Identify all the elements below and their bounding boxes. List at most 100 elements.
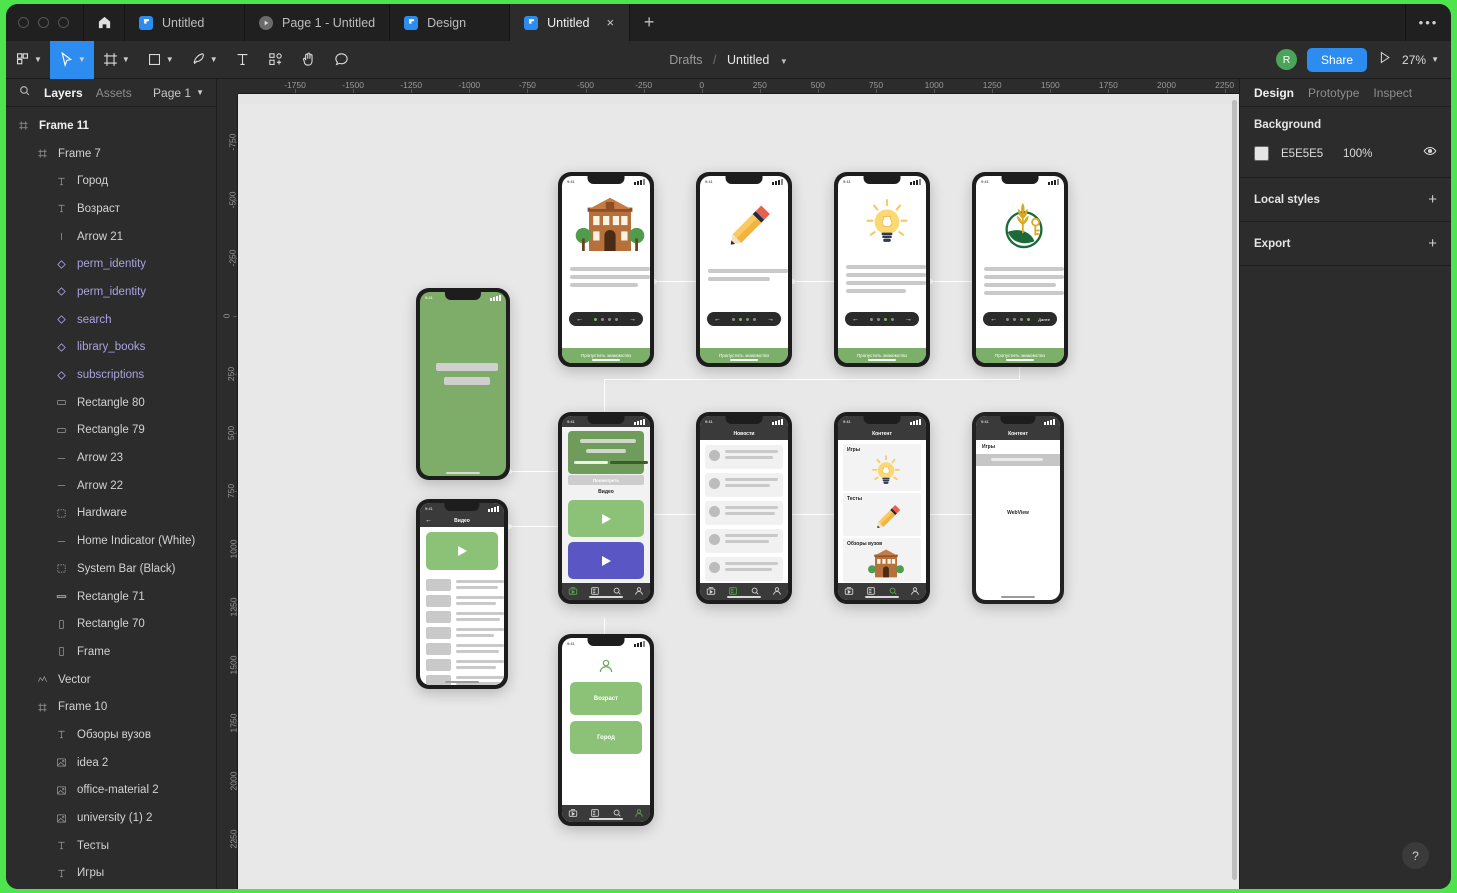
skip-onboarding-button[interactable]: Пропустить знакомство	[838, 348, 926, 363]
eye-icon[interactable]	[1423, 144, 1437, 163]
screen-content-webview[interactable]: 9:41 Контент Игры WebView	[972, 412, 1064, 604]
screen-news-list[interactable]: 9:41 Новости	[696, 412, 792, 604]
layer-item[interactable]: Home Indicator (White)	[6, 527, 216, 555]
layer-item[interactable]: idea 2	[6, 749, 216, 777]
bottom-nav-bar[interactable]	[562, 583, 650, 600]
close-window-button[interactable]	[18, 17, 29, 28]
layer-item[interactable]: Rectangle 71	[6, 583, 216, 611]
text-icon[interactable]	[226, 41, 259, 79]
bottom-nav-bar[interactable]	[700, 583, 788, 600]
video-card-purple[interactable]	[568, 542, 644, 579]
back-arrow-icon[interactable]: ←	[425, 517, 432, 524]
layer-item[interactable]: Обзоры вузов	[6, 721, 216, 749]
tab-layers[interactable]: Layers	[44, 86, 83, 100]
shape-rectangle-icon[interactable]: ▼	[138, 41, 182, 79]
profile-age-button[interactable]: Возраст	[570, 682, 642, 715]
watch-button[interactable]: Посмотреть	[568, 475, 644, 485]
layer-item[interactable]: perm_identity	[6, 250, 216, 278]
promo-card[interactable]	[568, 431, 648, 474]
nav-subscriptions-icon[interactable]	[706, 583, 716, 601]
browser-overflow-menu-icon[interactable]: •••	[1405, 4, 1451, 41]
pen-icon[interactable]: ▼	[182, 41, 226, 79]
screen-onboard-university[interactable]: 9:41 ← → Пропустить знакомство	[558, 172, 654, 367]
add-local-style-button[interactable]: +	[1428, 192, 1437, 207]
layer-item[interactable]: Rectangle 80	[6, 389, 216, 417]
move-cursor-icon[interactable]: ▼	[49, 40, 94, 79]
layer-item[interactable]: university (1) 2	[6, 804, 216, 832]
layer-item[interactable]: library_books	[6, 334, 216, 362]
layer-item[interactable]: Frame 10	[6, 693, 216, 721]
profile-city-button[interactable]: Город	[570, 721, 642, 754]
next-arrow-icon[interactable]: →	[629, 316, 636, 323]
screen-content-categories[interactable]: 9:41 Контент Игры Тесты Обзоры вузов	[834, 412, 930, 604]
canvas-vertical-scrollbar[interactable]	[1232, 100, 1237, 880]
zoom-level-selector[interactable]: 27% ▼	[1402, 53, 1439, 67]
bottom-nav-bar[interactable]	[562, 805, 650, 822]
main-menu-icon[interactable]: ▼	[6, 41, 50, 79]
screen-home-feed[interactable]: 9:41 Посмотреть Видео	[558, 412, 654, 604]
close-tab-icon[interactable]: ×	[607, 16, 615, 29]
nav-profile-icon[interactable]	[634, 583, 644, 601]
onboarding-pager[interactable]: ← Далее	[983, 312, 1057, 326]
webview-body[interactable]: Игры WebView	[976, 440, 1060, 600]
nav-subscriptions-icon[interactable]	[568, 805, 578, 823]
categories-body[interactable]: Игры Тесты Обзоры вузов	[838, 440, 926, 583]
nav-subscriptions-icon[interactable]	[568, 583, 578, 601]
frame-icon[interactable]: ▼	[94, 41, 138, 79]
layers-list[interactable]: Frame 11 Frame 7 Город Возраст Arrow 21 perm_…	[6, 107, 216, 889]
screen-profile[interactable]: 9:41 Возраст Город	[558, 634, 654, 826]
webview-address-bar[interactable]	[976, 454, 1060, 466]
screen-video-detail[interactable]: 9:41 ← Видео	[416, 499, 508, 689]
prev-arrow-icon[interactable]: ←	[990, 316, 997, 323]
onboarding-pager[interactable]: ← →	[707, 312, 781, 326]
layer-item[interactable]: Arrow 22	[6, 472, 216, 500]
layer-item[interactable]: Hardware	[6, 500, 216, 528]
background-opacity-value[interactable]: 100%	[1343, 148, 1372, 160]
layer-item[interactable]: search	[6, 306, 216, 334]
chevron-down-icon[interactable]: ▼	[780, 57, 788, 66]
hand-icon[interactable]	[292, 41, 325, 79]
next-arrow-icon[interactable]: →	[905, 316, 912, 323]
breadcrumb-root[interactable]: Drafts	[669, 53, 702, 67]
layer-item[interactable]: perm_identity	[6, 278, 216, 306]
onboarding-pager[interactable]: ← →	[569, 312, 643, 326]
layer-item[interactable]: Игры	[6, 860, 216, 888]
layer-item[interactable]: System Bar (Black)	[6, 555, 216, 583]
video-player[interactable]	[426, 532, 498, 570]
prev-arrow-icon[interactable]: ←	[576, 316, 583, 323]
video-card-green[interactable]	[568, 500, 644, 537]
nav-profile-icon[interactable]	[634, 805, 644, 823]
layer-item[interactable]: office-material 2	[6, 777, 216, 805]
news-list-body[interactable]	[700, 440, 788, 583]
share-button[interactable]: Share	[1307, 47, 1368, 72]
nav-subscriptions-icon[interactable]	[844, 583, 854, 601]
present-play-icon[interactable]	[1377, 50, 1392, 70]
layer-item[interactable]: Тесты	[6, 832, 216, 860]
skip-onboarding-button[interactable]: Пропустить знакомство	[562, 348, 650, 363]
prev-arrow-icon[interactable]: ←	[714, 316, 721, 323]
design-canvas[interactable]: Frame 11	[238, 94, 1239, 889]
layer-item[interactable]: Vector	[6, 666, 216, 694]
search-icon[interactable]	[18, 84, 31, 102]
comment-icon[interactable]	[325, 41, 358, 79]
browser-tab-untitled-active[interactable]: Untitled ×	[510, 4, 631, 41]
screen-onboard-logo[interactable]: 9:41 ← Далее Пропустить знакомство	[972, 172, 1068, 367]
layer-item[interactable]: subscriptions	[6, 361, 216, 389]
layer-item[interactable]: Frame 7	[6, 140, 216, 168]
skip-onboarding-button[interactable]: Пропустить знакомство	[700, 348, 788, 363]
browser-tab-page1[interactable]: Page 1 - Untitled	[245, 4, 391, 41]
nav-profile-icon[interactable]	[910, 583, 920, 601]
home-icon[interactable]	[83, 4, 125, 41]
browser-tab-design[interactable]: Design	[390, 4, 511, 41]
bottom-nav-bar[interactable]	[838, 583, 926, 600]
onboarding-pager[interactable]: ← →	[845, 312, 919, 326]
background-hex-value[interactable]: E5E5E5	[1281, 148, 1343, 160]
color-swatch[interactable]	[1254, 146, 1269, 161]
avatar[interactable]: R	[1276, 49, 1298, 70]
layer-item[interactable]: Arrow 23	[6, 444, 216, 472]
minimize-window-button[interactable]	[38, 17, 49, 28]
components-icon[interactable]	[259, 41, 292, 79]
nav-profile-icon[interactable]	[772, 583, 782, 601]
layer-item[interactable]: Rectangle 70	[6, 610, 216, 638]
tab-design[interactable]: Design	[1254, 86, 1294, 100]
